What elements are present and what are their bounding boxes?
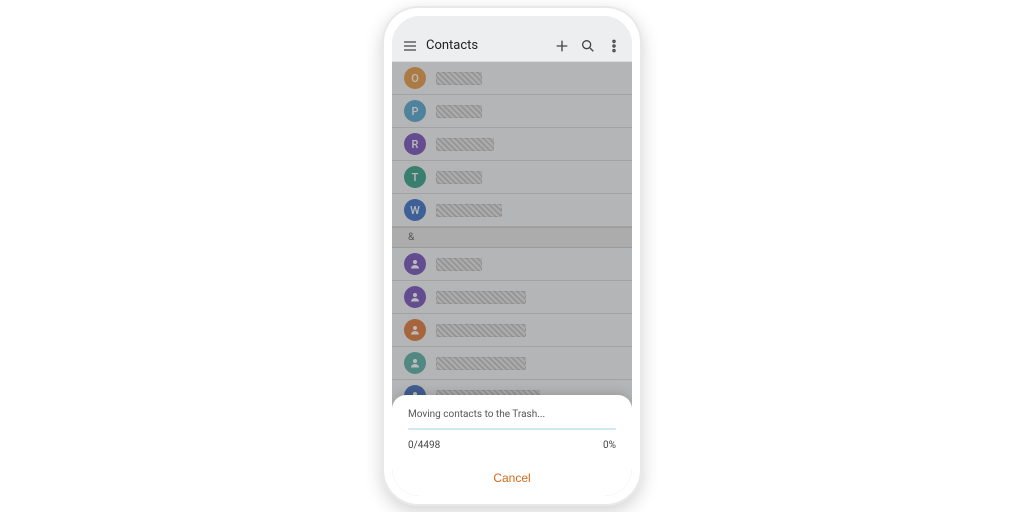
contact-name-redacted bbox=[436, 204, 502, 217]
appbar-actions bbox=[554, 38, 622, 54]
contact-name-redacted bbox=[436, 324, 526, 337]
contact-row[interactable] bbox=[392, 314, 632, 347]
add-icon[interactable] bbox=[554, 38, 570, 54]
contact-row[interactable] bbox=[392, 281, 632, 314]
contact-avatar: R bbox=[404, 133, 426, 155]
contact-name-redacted bbox=[436, 105, 482, 118]
stage: Contacts OPRTW & bbox=[0, 0, 1024, 512]
contact-name-redacted bbox=[436, 258, 482, 271]
page-title: Contacts bbox=[426, 38, 478, 53]
progress-bar bbox=[408, 428, 616, 430]
status-bar bbox=[392, 16, 632, 30]
appbar-left: Contacts bbox=[402, 38, 544, 54]
dialog-title: Moving contacts to the Trash... bbox=[408, 409, 616, 420]
contact-row[interactable]: O bbox=[392, 62, 632, 95]
contact-name-redacted bbox=[436, 171, 482, 184]
menu-icon[interactable] bbox=[402, 38, 418, 54]
contact-avatar bbox=[404, 286, 426, 308]
progress-count: 0/4498 bbox=[408, 440, 440, 451]
appbar: Contacts bbox=[392, 30, 632, 62]
contact-avatar: W bbox=[404, 199, 426, 221]
contact-name-redacted bbox=[436, 357, 526, 370]
progress-dialog: Moving contacts to the Trash... 0/4498 0… bbox=[392, 395, 632, 496]
cancel-button[interactable]: Cancel bbox=[493, 471, 530, 485]
progress-values: 0/4498 0% bbox=[408, 440, 616, 451]
contact-avatar bbox=[404, 253, 426, 275]
contact-avatar: O bbox=[404, 67, 426, 89]
contact-row[interactable]: W bbox=[392, 194, 632, 227]
contact-avatar bbox=[404, 352, 426, 374]
contact-name-redacted bbox=[436, 72, 482, 85]
contact-row[interactable]: R bbox=[392, 128, 632, 161]
screen: Contacts OPRTW & bbox=[392, 16, 632, 496]
contact-avatar bbox=[404, 319, 426, 341]
section-header: & bbox=[392, 227, 632, 248]
phone-mockup: Contacts OPRTW & bbox=[382, 6, 642, 506]
contact-row[interactable]: P bbox=[392, 95, 632, 128]
progress-percent: 0% bbox=[603, 440, 616, 451]
contact-row[interactable] bbox=[392, 248, 632, 281]
contact-avatar: T bbox=[404, 166, 426, 188]
more-icon[interactable] bbox=[606, 38, 622, 54]
contact-name-redacted bbox=[436, 138, 494, 151]
contact-row[interactable] bbox=[392, 347, 632, 380]
contact-row[interactable]: T bbox=[392, 161, 632, 194]
contact-avatar: P bbox=[404, 100, 426, 122]
contact-name-redacted bbox=[436, 291, 526, 304]
contact-list-area: OPRTW & Moving contacts to the Trash... 0… bbox=[392, 62, 632, 496]
search-icon[interactable] bbox=[580, 38, 596, 54]
